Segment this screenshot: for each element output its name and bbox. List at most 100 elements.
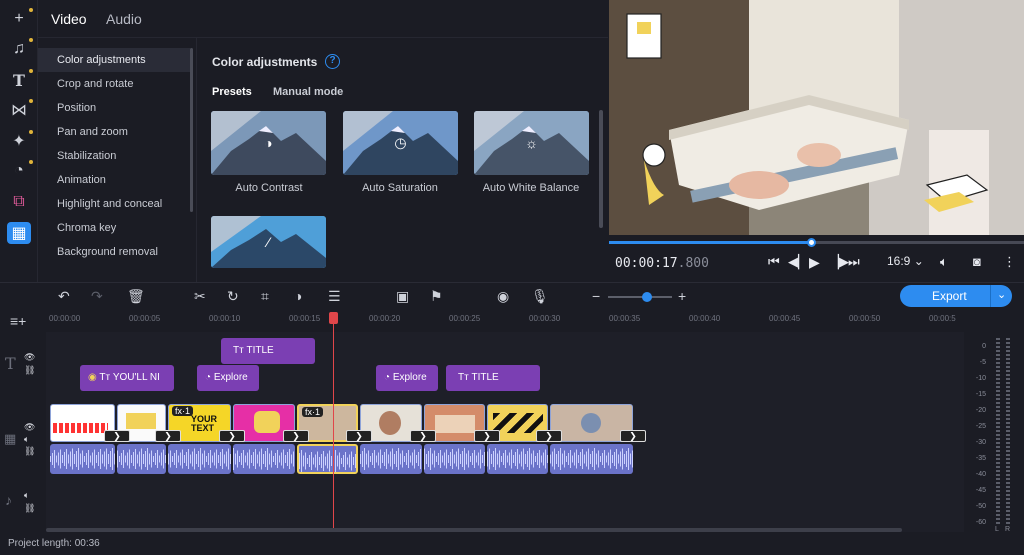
transition-marker[interactable]: ❯ xyxy=(410,430,436,442)
menu-item-highlight[interactable]: Highlight and conceal xyxy=(38,192,190,216)
audio-clip[interactable] xyxy=(297,444,358,474)
preset-auto-white-balance[interactable]: ☼ xyxy=(474,111,589,175)
menu-item-color-adjustments[interactable]: Color adjustments xyxy=(38,48,190,72)
zoom-slider[interactable] xyxy=(608,296,672,298)
prev-frame-icon[interactable]: ◀▏ xyxy=(788,254,808,270)
undo-icon[interactable]: ↶ xyxy=(58,288,70,305)
help-icon[interactable]: ? xyxy=(325,54,340,69)
more-tools-icon[interactable]: ⧉ xyxy=(7,191,31,213)
fx-badge: fx·1 xyxy=(302,407,324,417)
overlay-icon[interactable]: ▣ xyxy=(396,288,409,305)
microphone-icon[interactable]: 🎙︎ xyxy=(531,288,549,305)
preset-auto-saturation[interactable]: ◷ xyxy=(343,111,458,175)
title-clip[interactable]: Tт TITLE xyxy=(446,365,540,391)
export-dropdown-icon[interactable]: ⌄ xyxy=(997,288,1006,301)
menu-item-pan-zoom[interactable]: Pan and zoom xyxy=(38,120,190,144)
redo-icon[interactable]: ↷ xyxy=(91,288,103,305)
link-icon[interactable]: ⛓︎ xyxy=(24,446,35,457)
timecode: 00:00:17.800 xyxy=(615,256,709,271)
stickers-icon[interactable]: ◔ xyxy=(7,160,33,182)
transition-marker[interactable]: ❯ xyxy=(536,430,562,442)
meter-scale-label: -30 xyxy=(975,439,986,446)
add-track-icon[interactable]: ≡+ xyxy=(10,313,26,329)
titles-icon[interactable]: T xyxy=(7,69,33,91)
panel-scrollbar[interactable] xyxy=(599,110,603,228)
link-icon[interactable]: ⛓︎ xyxy=(24,365,35,376)
rotate-icon[interactable]: ↻ xyxy=(227,288,239,305)
transition-marker[interactable]: ❯ xyxy=(620,430,646,442)
tab-video[interactable]: Video xyxy=(51,11,87,27)
add-icon[interactable]: + xyxy=(7,8,33,30)
play-icon[interactable]: ▶ xyxy=(809,254,820,271)
visibility-icon[interactable]: 👁︎ xyxy=(24,352,35,363)
transitions-icon[interactable]: ⋈ xyxy=(7,99,33,121)
menu-item-stabilization[interactable]: Stabilization xyxy=(38,144,190,168)
audio-clip[interactable] xyxy=(233,444,295,474)
volume-icon[interactable]: 🔈︎ xyxy=(24,490,29,501)
menu-item-animation[interactable]: Animation xyxy=(38,168,190,192)
ruler-tick-label: 00:00:10 xyxy=(209,314,241,323)
next-frame-icon[interactable]: ▕▶ xyxy=(829,254,849,270)
preset-auto-contrast[interactable]: ◑ xyxy=(211,111,326,175)
menu-item-chroma-key[interactable]: Chroma key xyxy=(38,216,190,240)
skip-start-icon[interactable]: ⏮ xyxy=(768,254,780,270)
audio-clip[interactable] xyxy=(360,444,422,474)
ruler-tick-label: 00:00:20 xyxy=(369,314,401,323)
properties-tabs: Video Audio xyxy=(38,0,608,38)
transition-marker[interactable]: ❯ xyxy=(346,430,372,442)
transition-marker[interactable]: ❯ xyxy=(155,430,181,442)
aspect-ratio-select[interactable]: 16:9 ⌄ xyxy=(887,254,924,268)
audio-clip[interactable] xyxy=(487,444,548,474)
menu-item-position[interactable]: Position xyxy=(38,96,190,120)
clip-properties-icon[interactable]: ▦ xyxy=(7,222,31,244)
timeline-ruler[interactable] xyxy=(46,312,964,332)
link-icon[interactable]: ⛓︎ xyxy=(24,503,35,514)
timeline-scrollbar[interactable] xyxy=(46,528,902,532)
volume-icon[interactable]: 🔈︎ xyxy=(940,254,948,270)
delete-icon[interactable]: 🗑︎ xyxy=(127,288,145,305)
audio-clip[interactable] xyxy=(117,444,166,474)
video-preview[interactable] xyxy=(609,0,1024,235)
zoom-out-icon[interactable]: − xyxy=(592,288,600,304)
adjust-icon[interactable]: ☰ xyxy=(328,288,341,305)
color-icon[interactable]: ◑ xyxy=(294,288,302,304)
subtab-presets[interactable]: Presets xyxy=(212,86,252,98)
playhead[interactable] xyxy=(333,312,334,528)
skip-end-icon[interactable]: ⏭ xyxy=(848,254,860,270)
menu-item-background-removal[interactable]: Background removal xyxy=(38,240,190,264)
sticker-clip[interactable]: ◔ Explore xyxy=(376,365,438,391)
more-options-icon[interactable]: ⋮ xyxy=(1003,254,1016,270)
cut-icon[interactable]: ✂ xyxy=(194,288,206,305)
subtab-manual[interactable]: Manual mode xyxy=(273,86,343,98)
preset-label: Auto Saturation xyxy=(362,182,438,194)
meter-scale-label: -25 xyxy=(975,423,986,430)
transition-marker[interactable]: ❯ xyxy=(474,430,500,442)
visibility-icon[interactable]: 👁︎ xyxy=(24,422,35,433)
audio-clip[interactable] xyxy=(424,444,485,474)
audio-clip[interactable] xyxy=(168,444,231,474)
audio-clip[interactable] xyxy=(50,444,115,474)
sticker-clip[interactable]: ◔ Explore xyxy=(197,365,259,391)
menu-item-crop-rotate[interactable]: Crop and rotate xyxy=(38,72,190,96)
zoom-slider-handle[interactable] xyxy=(642,292,652,302)
playhead-handle[interactable] xyxy=(329,312,338,324)
zoom-in-icon[interactable]: + xyxy=(678,288,686,304)
export-button[interactable]: Export ⌄ xyxy=(900,285,1012,307)
transition-marker[interactable]: ❯ xyxy=(104,430,130,442)
menu-scrollbar[interactable] xyxy=(190,48,193,212)
magic-wand-icon: ⁄ xyxy=(267,234,270,250)
effects-icon[interactable]: ✦ xyxy=(7,130,33,152)
music-icon[interactable]: ♫ xyxy=(7,38,33,60)
title-clip[interactable]: ◉ Tт YOU'LL NI xyxy=(80,365,174,391)
crop-icon[interactable]: ⌗ xyxy=(261,288,269,305)
title-clip[interactable]: Tт TITLE xyxy=(221,338,315,364)
transition-marker[interactable]: ❯ xyxy=(283,430,309,442)
tab-audio[interactable]: Audio xyxy=(106,11,142,27)
preset-magic[interactable]: ⁄ xyxy=(211,216,326,268)
snapshot-icon[interactable]: ◙ xyxy=(973,254,981,269)
transition-marker[interactable]: ❯ xyxy=(219,430,245,442)
marker-icon[interactable]: ⚑ xyxy=(430,288,443,305)
webcam-icon[interactable]: ◉ xyxy=(497,288,509,305)
volume-icon[interactable]: 🔈︎ xyxy=(24,434,29,445)
audio-clip[interactable] xyxy=(550,444,633,474)
